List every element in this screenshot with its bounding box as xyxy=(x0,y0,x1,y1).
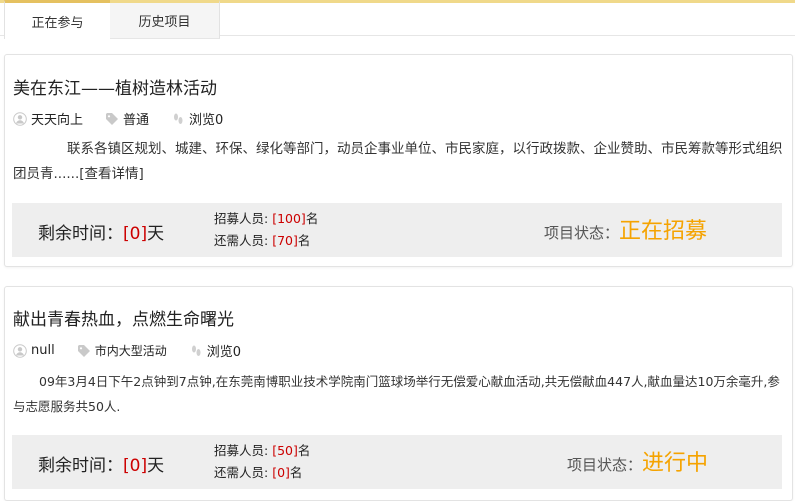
remaining-time: 剩余时间：[0]天 xyxy=(38,456,165,476)
recruit-info: 招募人员: [50]名 还需人员: [0]名 xyxy=(214,440,310,484)
recruit-count: 招募人员: [50]名 xyxy=(214,443,311,458)
tag-icon xyxy=(77,344,90,357)
project-title[interactable]: 献出青春热血，点燃生命曙光 xyxy=(13,305,234,330)
project-card: 美在东江——植树造林活动 天天向上 普通 浏览0 联系各镇区规划、城建、环保、绿… xyxy=(4,54,793,267)
tab-participating[interactable]: 正在参与 xyxy=(4,0,111,39)
recruit-info: 招募人员: [100]名 还需人员: [70]名 xyxy=(214,208,318,252)
remaining-time: 剩余时间：[0]天 xyxy=(38,224,165,244)
project-card: 献出青春热血，点燃生命曙光 null 市内大型活动 浏览0 09年3月4日下午2… xyxy=(4,286,793,501)
project-info-bar: 剩余时间：[0]天 招募人员: [100]名 还需人员: [70]名 项目状态：… xyxy=(12,203,782,257)
recruit-count: 招募人员: [100]名 xyxy=(214,211,319,226)
project-description: 联系各镇区规划、城建、环保、绿化等部门，动员企事业单位、市民家庭，以行政拨款、企… xyxy=(13,141,783,182)
project-status: 项目状态： 进行中 xyxy=(567,445,708,477)
user-icon xyxy=(13,343,27,358)
project-author[interactable]: null xyxy=(31,343,55,358)
status-value: 进行中 xyxy=(642,451,709,476)
status-value: 正在招募 xyxy=(619,219,708,244)
project-info-bar: 剩余时间：[0]天 招募人员: [50]名 还需人员: [0]名 项目状态： 进行… xyxy=(12,435,782,489)
tab-history[interactable]: 历史项目 xyxy=(110,0,220,39)
project-category: 市内大型活动 xyxy=(94,344,167,358)
project-views: 浏览0 xyxy=(189,113,224,128)
project-meta: null 市内大型活动 浏览0 xyxy=(13,341,263,360)
user-icon xyxy=(13,111,27,126)
footprint-icon xyxy=(191,345,201,356)
view-details-link[interactable]: [查看详情] xyxy=(79,166,144,182)
tab-bar: 正在参与 历史项目 xyxy=(0,0,795,39)
needed-count: 还需人员: [70]名 xyxy=(214,233,311,248)
project-category: 普通 xyxy=(123,113,150,128)
project-views: 浏览0 xyxy=(206,345,241,360)
needed-count: 还需人员: [0]名 xyxy=(214,465,303,480)
tag-icon xyxy=(106,112,119,125)
project-status: 项目状态： 正在招募 xyxy=(544,213,707,245)
project-description: 09年3月4日下午2点钟到7点钟,在东莞南博职业技术学院南门篮球场举行无偿爱心献… xyxy=(13,374,780,414)
project-author[interactable]: 天天向上 xyxy=(31,109,83,128)
project-meta: 天天向上 普通 浏览0 xyxy=(13,109,245,128)
project-title[interactable]: 美在东江——植树造林活动 xyxy=(13,74,217,99)
footprint-icon xyxy=(174,113,183,124)
